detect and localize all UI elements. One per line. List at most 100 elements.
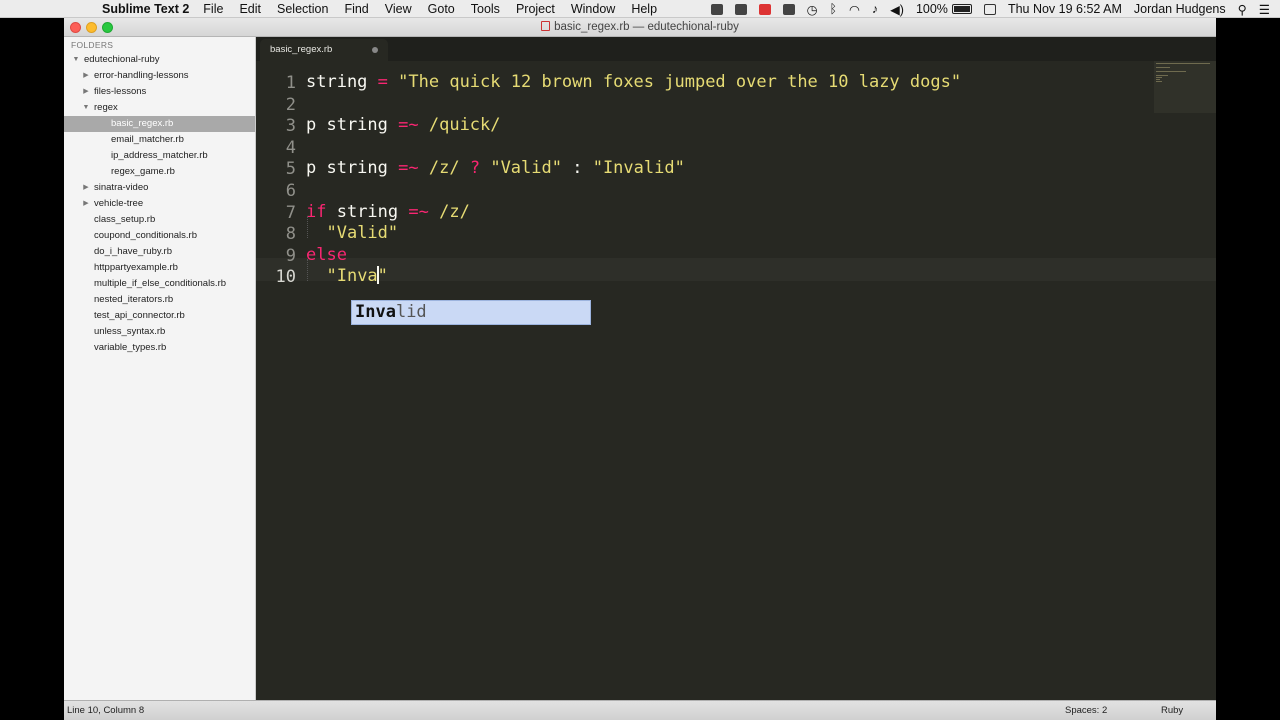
disclosure-closed-icon[interactable]: ▶	[82, 84, 90, 100]
sidebar-item-label: edutechional-ruby	[84, 54, 160, 65]
menu-help[interactable]: Help	[631, 2, 657, 16]
sidebar-item[interactable]: do_i_have_ruby.rb	[64, 244, 255, 260]
sidebar-item[interactable]: basic_regex.rb	[64, 116, 255, 132]
code-editor[interactable]: 1 2 3 4 5 6 7 8 9 10 string = "The quick 12 brown…	[256, 61, 1216, 700]
window-close-button[interactable]	[70, 22, 81, 33]
tab-dirty-indicator-icon[interactable]	[372, 47, 378, 53]
sidebar-item-label: regex_game.rb	[111, 166, 175, 177]
code-line[interactable]: "Valid"	[306, 222, 398, 244]
menu-find[interactable]: Find	[344, 2, 368, 16]
bluetooth-icon[interactable]: ᛒ	[829, 2, 837, 16]
notification-center-icon[interactable]: ☰	[1259, 2, 1270, 17]
folders-header: FOLDERS	[71, 40, 114, 50]
disclosure-closed-icon[interactable]: ▶	[82, 68, 90, 84]
tab-basic-regex[interactable]: basic_regex.rb	[260, 39, 388, 61]
sidebar-item-label: ip_address_matcher.rb	[111, 150, 208, 161]
autocomplete-item[interactable]: Invalid	[355, 302, 427, 322]
autocomplete-match: Inva	[355, 302, 396, 322]
minimap-line	[1156, 77, 1162, 78]
line-number: 5	[285, 159, 296, 180]
tray-app-icon[interactable]	[710, 3, 723, 15]
menu-file[interactable]: File	[203, 2, 223, 16]
menu-user[interactable]: Jordan Hudgens	[1134, 2, 1226, 16]
sidebar-item[interactable]: email_matcher.rb	[64, 132, 255, 148]
sidebar-item[interactable]: ▶ sinatra-video	[64, 180, 255, 196]
disclosure-closed-icon[interactable]: ▶	[82, 180, 90, 196]
sidebar-item[interactable]: httppartyexample.rb	[64, 260, 255, 276]
window-title: basic_regex.rb — edutechional-ruby	[554, 21, 739, 33]
tray-app-icon[interactable]	[782, 3, 795, 15]
sidebar-item-label: files-lessons	[94, 86, 147, 97]
line-number: 6	[285, 181, 296, 201]
menu-view[interactable]: View	[385, 2, 412, 16]
disclosure-open-icon[interactable]: ▼	[82, 100, 90, 116]
code-token: p string	[306, 158, 399, 179]
sidebar-item[interactable]: ▶ error-handling-lessons	[64, 68, 255, 84]
sidebar-item-label: multiple_if_else_conditionals.rb	[94, 278, 227, 289]
line-number: 8	[285, 224, 296, 245]
sidebar-item[interactable]: unless_syntax.rb	[64, 324, 255, 340]
code-token: "Valid"	[326, 223, 399, 244]
notification-icon[interactable]: ♪	[872, 2, 878, 16]
sidebar-item[interactable]: ▼ regex	[64, 100, 255, 116]
code-token: string	[306, 72, 378, 92]
code-line[interactable]: p string =~ /z/ ? "Valid" : "Invalid"	[306, 157, 685, 179]
code-token: =~	[408, 201, 429, 222]
time-machine-icon[interactable]: ◷	[807, 2, 818, 17]
wifi-icon[interactable]: ◠	[849, 2, 860, 17]
menu-clock[interactable]: Thu Nov 19 6:52 AM	[1008, 2, 1122, 16]
sidebar-item-label: email_matcher.rb	[111, 134, 184, 145]
spotlight-search-icon[interactable]: ⚲	[1238, 2, 1247, 17]
sidebar-item[interactable]: regex_game.rb	[64, 164, 255, 180]
code-token: "Valid"	[490, 158, 562, 179]
sidebar-item-label: unless_syntax.rb	[94, 326, 166, 337]
minimap-line	[1156, 63, 1210, 64]
disclosure-closed-icon[interactable]: ▶	[82, 196, 90, 212]
code-line[interactable]: "Inva"	[306, 265, 388, 287]
tray-app-icon[interactable]	[734, 3, 747, 15]
sidebar-item[interactable]: multiple_if_else_conditionals.rb	[64, 276, 255, 292]
minimap[interactable]	[1154, 61, 1216, 113]
code-token: /quick/	[428, 115, 501, 136]
code-line[interactable]: string = "The quick 12 brown foxes jumpe…	[306, 71, 961, 93]
sidebar-item[interactable]: coupond_conditionals.rb	[64, 228, 255, 244]
sidebar-item[interactable]: ▶ vehicle-tree	[64, 196, 255, 212]
code-line[interactable]: else	[306, 244, 347, 266]
code-line[interactable]: if string =~ /z/	[306, 201, 470, 223]
minimap-line	[1156, 79, 1160, 80]
window-minimize-button[interactable]	[86, 22, 97, 33]
menu-window[interactable]: Window	[571, 2, 615, 16]
menu-goto[interactable]: Goto	[428, 2, 455, 16]
sidebar-item[interactable]: test_api_connector.rb	[64, 308, 255, 324]
sidebar-item[interactable]: class_setup.rb	[64, 212, 255, 228]
menu-selection[interactable]: Selection	[277, 2, 328, 16]
menu-app-name[interactable]: Sublime Text 2	[102, 2, 189, 16]
menu-project[interactable]: Project	[516, 2, 555, 16]
battery-percent[interactable]: 100%	[916, 2, 948, 16]
window-zoom-button[interactable]	[102, 22, 113, 33]
indent-guide	[307, 216, 308, 238]
battery-icon[interactable]	[951, 4, 972, 14]
code-token: "	[377, 266, 388, 287]
indentation-setting[interactable]: Spaces: 2	[1065, 701, 1107, 720]
syntax-selector[interactable]: Ruby	[1161, 701, 1183, 720]
sidebar-item[interactable]: ▶ files-lessons	[64, 84, 255, 100]
volume-icon[interactable]: ◀)	[890, 2, 904, 17]
code-line[interactable]: p string =~ /quick/	[306, 114, 501, 136]
sidebar-item[interactable]: variable_types.rb	[64, 340, 255, 356]
line-number: 10	[275, 267, 296, 288]
tray-record-icon[interactable]	[758, 3, 771, 15]
display-icon[interactable]	[983, 3, 996, 15]
code-token: /z/	[439, 201, 470, 222]
sidebar-item[interactable]: ip_address_matcher.rb	[64, 148, 255, 164]
menu-edit[interactable]: Edit	[239, 2, 261, 16]
sidebar-item[interactable]: ▼ edutechional-ruby	[64, 52, 255, 68]
menu-tools[interactable]: Tools	[471, 2, 500, 16]
sidebar-item[interactable]: nested_iterators.rb	[64, 292, 255, 308]
line-number: 1	[285, 73, 296, 93]
disclosure-open-icon[interactable]: ▼	[72, 52, 80, 68]
autocomplete-popup[interactable]: Invalid	[351, 300, 591, 325]
